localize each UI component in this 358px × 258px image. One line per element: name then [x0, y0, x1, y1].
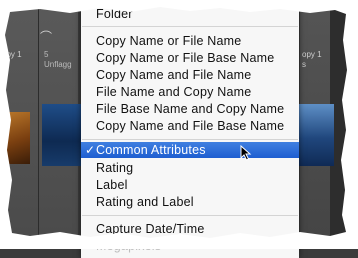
thumbnail-photo[interactable] [42, 104, 82, 166]
menu-item-label: Folder [96, 7, 133, 21]
badge-icon: ⌒ [40, 30, 53, 44]
thumbnail-photo[interactable] [4, 112, 30, 164]
menu-item-file-base-name-and-copy-name[interactable]: File Base Name and Copy Name [81, 101, 299, 117]
grid-cell-edge [330, 0, 358, 249]
menu-item-label: Copy Name and File Base Name [96, 119, 285, 133]
menu-item-label: Common Attributes [96, 143, 206, 157]
sort-order-menu: Folder Copy Name or File Name Copy Name … [81, 0, 299, 258]
menu-item-label: Copy Name or File Base Name [96, 51, 275, 65]
menu-item-label: Rating and Label [96, 195, 194, 209]
menu-item-common-attributes[interactable]: ✓ Common Attributes [81, 142, 299, 158]
cell-index: 5 [44, 50, 49, 59]
menu-item-label: File Name and Copy Name [96, 85, 252, 99]
menu-separator [82, 139, 298, 140]
menu-item-label: Rating [96, 161, 134, 175]
menu-item-label: Copy Name and File Name [96, 68, 252, 82]
mouse-pointer-icon [240, 145, 252, 161]
menu-item-copy-name-or-file-base-name[interactable]: Copy Name or File Base Name [81, 50, 299, 66]
menu-item-megapixels[interactable]: Megapixels [81, 238, 299, 254]
checkmark-icon: ✓ [85, 143, 96, 157]
grid-cell-header-mid: 5 Unflagg [44, 50, 72, 74]
menu-item-folder[interactable]: Folder [81, 6, 299, 22]
cell-sub-label: s [2, 60, 6, 69]
menu-item-rating[interactable]: Rating [81, 160, 299, 176]
cell-sub-label: s [302, 60, 306, 69]
menu-item-label: Capture Date/Time [96, 222, 205, 236]
thumbnail-photo[interactable] [298, 104, 334, 166]
cell-flag-label: Unflagg [44, 60, 72, 69]
menu-item-file-name-and-copy-name[interactable]: File Name and Copy Name [81, 84, 299, 100]
menu-item-copy-name-or-file-name[interactable]: Copy Name or File Name [81, 33, 299, 49]
menu-item-copy-name-and-file-name[interactable]: Copy Name and File Name [81, 67, 299, 83]
menu-separator [82, 26, 298, 27]
menu-item-capture-date-time[interactable]: Capture Date/Time [81, 221, 299, 237]
menu-item-label: Megapixels [96, 239, 162, 253]
menu-item-label: Copy Name or File Name [96, 34, 242, 48]
cell-copy-label: opy 1 [302, 50, 322, 59]
grid-cell-header-right: opy 1 s [302, 50, 322, 74]
menu-item-label: File Base Name and Copy Name [96, 102, 285, 116]
menu-item-label-sort[interactable]: Label [81, 177, 299, 193]
menu-item-label: Label [96, 178, 128, 192]
menu-item-copy-name-and-file-base-name[interactable]: Copy Name and File Base Name [81, 118, 299, 134]
menu-separator [82, 215, 298, 216]
grid-divider [38, 0, 39, 249]
menu-item-rating-and-label[interactable]: Rating and Label [81, 194, 299, 210]
grid-cell-header-left: opy 1 s [2, 50, 22, 74]
cell-copy-label: opy 1 [2, 50, 22, 59]
